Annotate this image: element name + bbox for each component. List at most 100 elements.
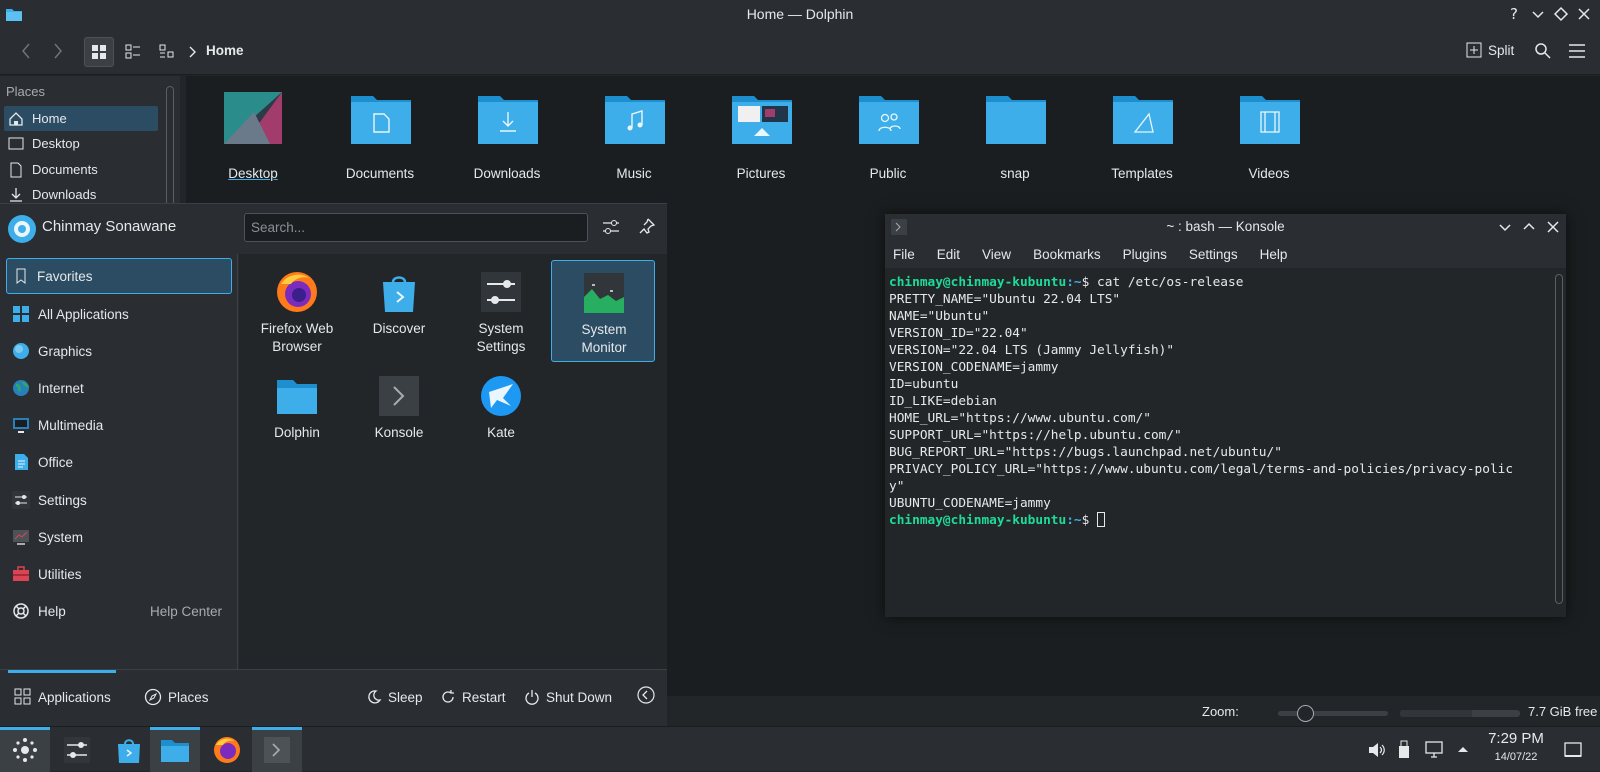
category-settings[interactable]: Settings <box>6 482 232 518</box>
category-multimedia[interactable]: Multimedia <box>6 407 232 443</box>
category-help[interactable]: Help Help Center <box>6 593 232 629</box>
output-line: HOME_URL="https://www.ubuntu.com/" <box>889 411 1151 426</box>
app-kate[interactable]: Kate <box>449 364 553 466</box>
taskbar-dolphin[interactable] <box>150 727 200 772</box>
terminal-cursor <box>1097 512 1106 527</box>
place-desktop[interactable]: Desktop <box>4 131 158 156</box>
tab-label: Places <box>168 689 209 705</box>
chevron-left-circle-icon[interactable] <box>637 686 655 704</box>
show-desktop-icon[interactable] <box>1564 741 1582 759</box>
graphics-icon <box>13 343 29 359</box>
sleep-button[interactable]: Sleep <box>366 684 423 710</box>
taskbar-discover[interactable] <box>104 727 154 772</box>
app-system-settings[interactable]: System Settings <box>449 260 553 362</box>
removable-device-icon[interactable] <box>1397 740 1411 760</box>
maximize-icon[interactable] <box>1522 220 1536 234</box>
split-button[interactable]: Split <box>1466 42 1514 58</box>
taskbar-firefox[interactable] <box>202 727 252 772</box>
category-system[interactable]: System <box>6 519 232 555</box>
desktop-folder-icon <box>224 92 282 144</box>
place-home[interactable]: Home <box>4 106 158 131</box>
tray-expand-icon[interactable] <box>1456 743 1470 755</box>
taskbar-system-settings[interactable] <box>52 727 102 772</box>
tab-places[interactable]: Places <box>144 684 209 710</box>
zoom-slider-handle[interactable] <box>1297 705 1314 722</box>
menu-edit[interactable]: Edit <box>937 247 960 262</box>
breadcrumb-home[interactable]: Home <box>206 43 244 58</box>
menu-file[interactable]: File <box>893 247 915 262</box>
icons-view-button[interactable] <box>84 37 114 67</box>
folder-pictures-icon <box>732 96 792 144</box>
menu-bookmarks[interactable]: Bookmarks <box>1033 247 1101 262</box>
category-utilities[interactable]: Utilities <box>6 556 232 592</box>
close-icon[interactable] <box>1546 220 1560 234</box>
app-konsole[interactable]: Konsole <box>347 364 451 466</box>
places-scrollbar[interactable] <box>166 86 174 206</box>
hamburger-menu-icon[interactable] <box>1568 43 1586 59</box>
help-icon[interactable]: ? <box>1507 5 1523 23</box>
maximize-icon[interactable] <box>1553 6 1569 22</box>
taskbar-konsole[interactable] <box>252 727 302 772</box>
app-dolphin[interactable]: Dolphin <box>245 364 349 466</box>
place-documents[interactable]: Documents <box>4 157 158 182</box>
zoom-slider[interactable] <box>1278 711 1388 716</box>
category-graphics[interactable]: Graphics <box>6 333 232 369</box>
forward-icon[interactable] <box>44 36 72 66</box>
minimize-icon[interactable] <box>1498 220 1512 234</box>
app-firefox[interactable]: Firefox Web Browser <box>245 260 349 362</box>
restart-button[interactable]: Restart <box>440 684 506 710</box>
terminal-scrollbar[interactable] <box>1551 268 1566 617</box>
app-system-monitor[interactable]: System Monitor <box>551 260 655 362</box>
tab-applications[interactable]: Applications <box>14 684 111 710</box>
configure-icon[interactable] <box>602 218 620 236</box>
details-view-icon <box>125 44 140 59</box>
category-all-applications[interactable]: All Applications <box>6 296 232 332</box>
output-line: NAME="Ubuntu" <box>889 309 990 324</box>
search-input[interactable]: Search... <box>244 213 588 242</box>
app-discover[interactable]: Discover <box>347 260 451 362</box>
category-favorites[interactable]: Favorites <box>6 258 232 294</box>
minimize-icon[interactable] <box>1530 6 1546 22</box>
shutdown-button[interactable]: Shut Down <box>524 684 612 710</box>
close-icon[interactable] <box>1576 6 1592 22</box>
details-view-button[interactable] <box>118 37 148 67</box>
menu-view[interactable]: View <box>982 247 1011 262</box>
category-office[interactable]: Office <box>6 444 232 480</box>
dolphin-icon <box>161 739 189 762</box>
compact-view-button[interactable] <box>152 37 182 67</box>
volume-icon[interactable] <box>1367 741 1385 759</box>
menu-plugins[interactable]: Plugins <box>1123 247 1167 262</box>
place-label: Desktop <box>32 136 80 151</box>
menu-help[interactable]: Help <box>1260 247 1288 262</box>
launcher-button[interactable] <box>0 727 50 772</box>
clock-time[interactable]: 7:29 PM <box>1480 730 1552 747</box>
window-titlebar[interactable]: Home — Dolphin ? <box>0 0 1600 28</box>
downloads-icon <box>10 187 22 202</box>
tab-label: Applications <box>38 689 111 705</box>
category-label: Utilities <box>38 566 82 582</box>
output-line: ID=ubuntu <box>889 377 959 392</box>
system-icon <box>13 530 29 545</box>
konsole-title: ~ : bash — Konsole <box>1166 219 1285 234</box>
category-label: Help <box>38 603 66 619</box>
network-icon[interactable] <box>1425 741 1445 759</box>
button-label: Shut Down <box>546 689 613 705</box>
help-center-label: Help Center <box>149 603 222 619</box>
category-internet[interactable]: Internet <box>6 370 232 406</box>
kate-icon <box>481 376 521 416</box>
folder-downloads-icon <box>478 96 538 144</box>
output-line: VERSION_CODENAME=jammy <box>889 360 1059 375</box>
menu-settings[interactable]: Settings <box>1189 247 1238 262</box>
pin-icon[interactable] <box>638 217 656 235</box>
folder-templates-icon <box>1113 96 1173 144</box>
discover-icon <box>118 738 140 763</box>
category-label: Multimedia <box>38 417 104 433</box>
active-tab-indicator <box>8 670 116 673</box>
terminal-output[interactable]: chinmay@chinmay-kubuntu:~$ cat /etc/os-r… <box>885 268 1551 617</box>
avatar[interactable] <box>7 214 37 244</box>
search-icon[interactable] <box>1534 42 1552 60</box>
user-name: Chinmay Sonawane <box>42 218 177 235</box>
app-label: System Settings <box>476 321 526 354</box>
konsole-titlebar[interactable]: ~ : bash — Konsole <box>885 214 1566 240</box>
back-icon[interactable] <box>12 36 40 66</box>
